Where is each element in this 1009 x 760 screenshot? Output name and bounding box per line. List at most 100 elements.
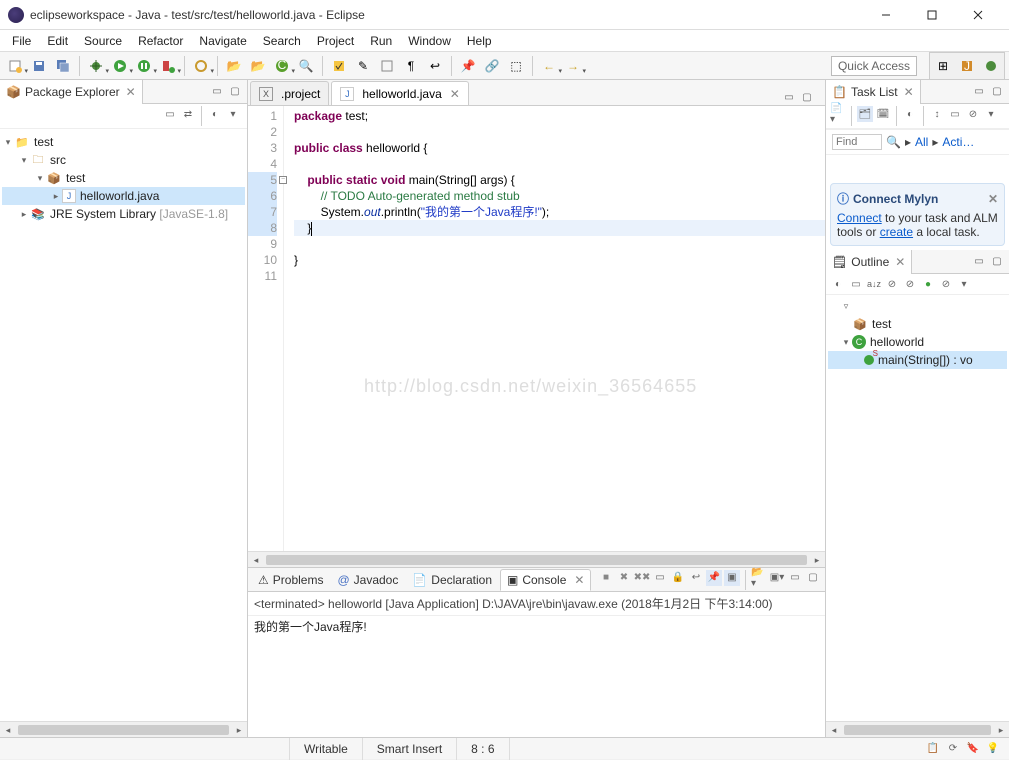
create-link[interactable]: create [880, 225, 913, 239]
collapse-all-icon[interactable]: ▭ [947, 106, 963, 122]
editor-scrollbar[interactable]: ◂▸ [248, 551, 825, 567]
hide-fields-icon[interactable]: ⊘ [884, 276, 900, 292]
menu-refactor[interactable]: Refactor [130, 32, 191, 50]
open-perspective-button[interactable]: ⊞ [932, 55, 954, 77]
find-input[interactable] [832, 134, 882, 150]
close-icon[interactable]: ✕ [574, 573, 584, 587]
package-explorer-scrollbar[interactable]: ◂▸ [0, 721, 247, 737]
collapse-all-icon[interactable]: ▭ [162, 106, 178, 122]
status-sync-icon[interactable]: ⟳ [945, 741, 961, 757]
save-all-button[interactable] [52, 55, 74, 77]
tree-project[interactable]: ▾📁test [2, 133, 245, 151]
hide-icon[interactable]: ⊘ [965, 106, 981, 122]
menu-file[interactable]: File [4, 32, 39, 50]
minimize-icon[interactable]: ▭ [787, 570, 803, 586]
package-explorer-tree[interactable]: ▾📁test ▾🗀src ▾📦test ▸Jhelloworld.java ▸📚… [0, 129, 247, 721]
java-perspective-button[interactable]: J [956, 55, 978, 77]
close-icon[interactable]: ✕ [904, 85, 914, 99]
open-type-button[interactable]: 📂 [223, 55, 245, 77]
tab-declaration[interactable]: 📄Declaration [406, 569, 498, 591]
show-console-icon[interactable]: ▣ [724, 570, 740, 586]
menu-edit[interactable]: Edit [39, 32, 76, 50]
scheduled-icon[interactable]: 🗓 [875, 106, 891, 122]
code-body[interactable]: package test; public class helloworld { … [294, 106, 825, 551]
search-icon[interactable]: 🔍 [886, 135, 901, 149]
outline-method-main[interactable]: Smain(String[]) : vo [828, 351, 1007, 369]
outline-tree[interactable]: ▿ 📦test ▾Chelloworld Smain(String[]) : v… [826, 295, 1009, 721]
tab-project[interactable]: X .project [250, 81, 329, 105]
view-menu-icon[interactable]: ▾ [956, 276, 972, 292]
tree-src[interactable]: ▾🗀src [2, 151, 245, 169]
connect-link[interactable]: Connect [837, 211, 882, 225]
new-button[interactable]: ▾ [4, 55, 26, 77]
hide-local-icon[interactable]: ⊘ [938, 276, 954, 292]
maximize-icon[interactable]: ▢ [799, 89, 815, 105]
tab-javadoc[interactable]: @Javadoc [331, 569, 404, 591]
status-tip-icon[interactable]: 💡 [985, 741, 1001, 757]
menu-source[interactable]: Source [76, 32, 130, 50]
new-package-button[interactable]: ▾ [190, 55, 212, 77]
clear-console-icon[interactable]: ▭ [652, 570, 668, 586]
remove-launch-icon[interactable]: ✖ [616, 570, 632, 586]
menu-search[interactable]: Search [255, 32, 309, 50]
outline-scrollbar[interactable]: ◂▸ [826, 721, 1009, 737]
pin-console-icon[interactable]: 📌 [706, 570, 722, 586]
run-button[interactable]: ▾ [109, 55, 131, 77]
close-icon[interactable]: ✕ [895, 255, 905, 269]
focus-task-icon[interactable]: ◐ [207, 106, 223, 122]
focus-icon[interactable]: ◐ [830, 276, 846, 292]
open-task-button[interactable]: 📂 [247, 55, 269, 77]
new-task-icon[interactable]: 📄▾ [830, 106, 846, 122]
task-context-button[interactable]: ⬚ [505, 55, 527, 77]
quick-access-input[interactable]: Quick Access [831, 56, 917, 76]
toggle-mark-button[interactable] [328, 55, 350, 77]
minimize-icon[interactable]: ▭ [971, 84, 987, 100]
back-button[interactable]: ←▾ [538, 55, 560, 77]
close-icon[interactable]: ✕ [126, 85, 136, 99]
terminate-icon[interactable]: ■ [598, 570, 614, 586]
focus-icon[interactable]: ◐ [902, 106, 918, 122]
sort-icon[interactable]: ▭ [848, 276, 864, 292]
minimize-icon[interactable]: ▭ [971, 254, 987, 270]
link-button[interactable]: 🔗 [481, 55, 503, 77]
maximize-button[interactable] [909, 0, 955, 30]
hide-static-icon[interactable]: ⊘ [902, 276, 918, 292]
categorized-icon[interactable]: 🗂 [857, 106, 873, 122]
tree-jre[interactable]: ▸📚JRE System Library [JavaSE-1.8] [2, 205, 245, 223]
debug-perspective-button[interactable] [980, 55, 1002, 77]
view-menu-icon[interactable]: ▾ [225, 106, 241, 122]
minimize-button[interactable] [863, 0, 909, 30]
maximize-icon[interactable]: ▢ [989, 254, 1005, 270]
pin-button[interactable]: 📌 [457, 55, 479, 77]
hide-nonpublic-icon[interactable]: ● [920, 276, 936, 292]
status-bookmark-icon[interactable]: 🔖 [965, 741, 981, 757]
new-console-icon[interactable]: ▣▾ [769, 570, 785, 586]
menu-project[interactable]: Project [309, 32, 362, 50]
remove-all-icon[interactable]: ✖✖ [634, 570, 650, 586]
menu-navigate[interactable]: Navigate [191, 32, 254, 50]
coverage-button[interactable]: ▾ [133, 55, 155, 77]
menu-run[interactable]: Run [362, 32, 400, 50]
status-task-icon[interactable]: 📋 [925, 741, 941, 757]
tab-console[interactable]: ▣Console ✕ [500, 569, 591, 591]
view-menu-icon[interactable]: ▾ [983, 106, 999, 122]
save-button[interactable] [28, 55, 50, 77]
block-select-button[interactable] [376, 55, 398, 77]
annotation-button[interactable]: ✎ [352, 55, 374, 77]
maximize-icon[interactable]: ▢ [805, 570, 821, 586]
maximize-icon[interactable]: ▢ [227, 84, 243, 100]
sync-icon[interactable]: ↕ [929, 106, 945, 122]
search-button[interactable]: 🔍 [295, 55, 317, 77]
tab-problems[interactable]: ⚠Problems [252, 569, 329, 591]
link-editor-icon[interactable]: ⇄ [180, 106, 196, 122]
activate-link[interactable]: Acti… [942, 135, 974, 149]
show-whitespace-button[interactable]: ¶ [400, 55, 422, 77]
forward-button[interactable]: →▾ [562, 55, 584, 77]
maximize-icon[interactable]: ▢ [989, 84, 1005, 100]
tab-helloworld[interactable]: J helloworld.java ✕ [331, 81, 468, 105]
open-console-icon[interactable]: 📂▾ [751, 570, 767, 586]
close-button[interactable] [955, 0, 1001, 30]
new-class-button[interactable]: C▾ [271, 55, 293, 77]
scroll-lock-icon[interactable]: 🔒 [670, 570, 686, 586]
minimize-icon[interactable]: ▭ [209, 84, 225, 100]
